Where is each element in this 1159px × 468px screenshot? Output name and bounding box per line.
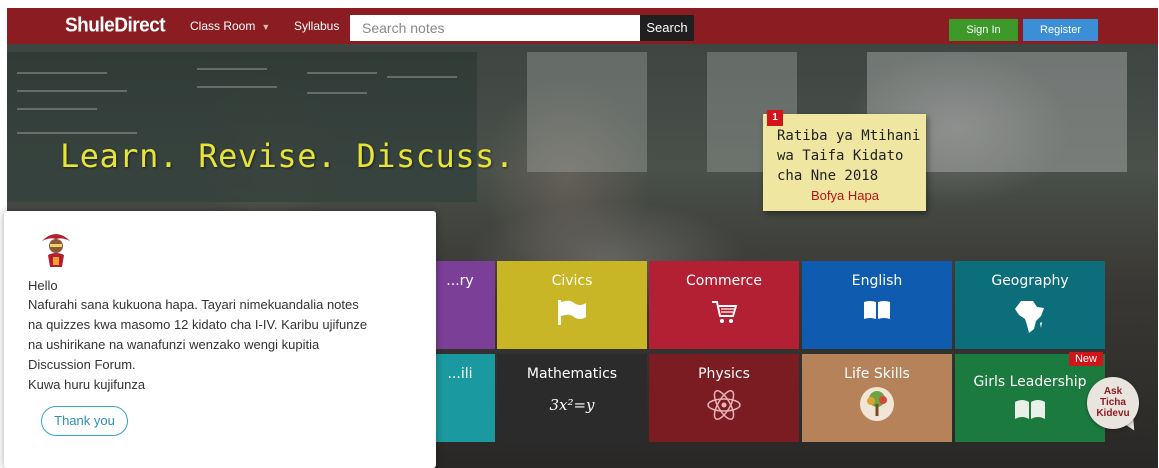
subject-tile-commerce[interactable]: Commerce [649, 261, 799, 349]
notice-badge: 1 [767, 110, 783, 126]
subject-label: Commerce [686, 273, 762, 289]
subject-tile-english[interactable]: English [802, 261, 952, 349]
kidevu-line: Kidevu [1096, 408, 1130, 419]
search-button[interactable]: Search [640, 15, 694, 41]
nav-classroom-label: Class Room [190, 19, 256, 33]
search-input[interactable] [350, 15, 640, 41]
chat-message-line: na ushirikane na wanafunzi wenzako wengi… [28, 337, 320, 352]
top-navbar: ShuleDirect Class Room ▼ Syllabus Search … [7, 8, 1158, 44]
cart-icon [649, 299, 799, 325]
subject-tile-mathematics[interactable]: Mathematics 3x²=y [497, 354, 647, 442]
subject-label: Geography [991, 273, 1069, 289]
open-book-icon [955, 398, 1105, 420]
chalkboard-image [7, 52, 477, 202]
subject-label: Girls Leadership [973, 374, 1087, 390]
sign-in-button[interactable]: Sign In [949, 19, 1018, 41]
subject-label: Life Skills [844, 366, 910, 382]
chat-popup: Hello Nafurahi sana kukuona hapa. Tayari… [4, 211, 436, 468]
subject-tile-girls-leadership[interactable]: New Girls Leadership [955, 352, 1105, 442]
chat-message-line: Nafurahi sana kukuona hapa. Tayari nimek… [28, 297, 359, 312]
chat-message: Nafurahi sana kukuona hapa. Tayari nimek… [28, 295, 428, 395]
atom-icon [649, 388, 799, 422]
chat-message-line: na quizzes kwa masomo 12 kidato cha I-IV… [28, 317, 368, 332]
book-icon [802, 299, 952, 321]
subject-label: Mathematics [526, 366, 618, 382]
register-button[interactable]: Register [1023, 19, 1098, 41]
flag-icon [497, 299, 647, 325]
ask-ticha-kidevu-button[interactable]: Ask Ticha Kidevu [1087, 377, 1139, 429]
chat-message-line: Discussion Forum. [28, 357, 136, 372]
chat-greeting: Hello [28, 278, 58, 293]
chat-message-line: Kuwa huru kujifunza [28, 377, 146, 392]
subject-label: Civics [551, 273, 593, 289]
ticha-kidevu-avatar-icon [38, 229, 74, 269]
subject-tile-physics[interactable]: Physics [649, 354, 799, 442]
notice-text: Ratiba ya Mtihani wa Taifa Kidato cha Nn… [777, 128, 921, 184]
notice-link[interactable]: Bofya Hapa [811, 188, 879, 203]
subject-tile-life-skills[interactable]: Life Skills [802, 354, 952, 442]
ask-line: Ask [1103, 386, 1123, 397]
subject-tile-civics[interactable]: Civics [497, 261, 647, 349]
nav-syllabus-link[interactable]: Syllabus [294, 19, 339, 33]
africa-map-icon [955, 299, 1105, 335]
formula-text: 3x²=y [549, 396, 595, 414]
hero-tagline: Learn. Revise. Discuss. [60, 137, 515, 175]
subject-label: English [851, 273, 903, 289]
thank-you-button[interactable]: Thank you [41, 406, 128, 436]
subject-tile-geography[interactable]: Geography [955, 261, 1105, 349]
ticha-line: Ticha [1100, 397, 1126, 408]
nav-classroom-dropdown[interactable]: Class Room ▼ [190, 19, 270, 33]
exam-notice-sticky[interactable]: 1 Ratiba ya Mtihani wa Taifa Kidato cha … [763, 110, 926, 211]
tree-icon [802, 386, 952, 422]
new-badge: New [1068, 352, 1103, 366]
chevron-down-icon: ▼ [261, 21, 271, 32]
subject-label: Physics [698, 366, 750, 382]
brand-logo[interactable]: ShuleDirect [65, 14, 166, 37]
